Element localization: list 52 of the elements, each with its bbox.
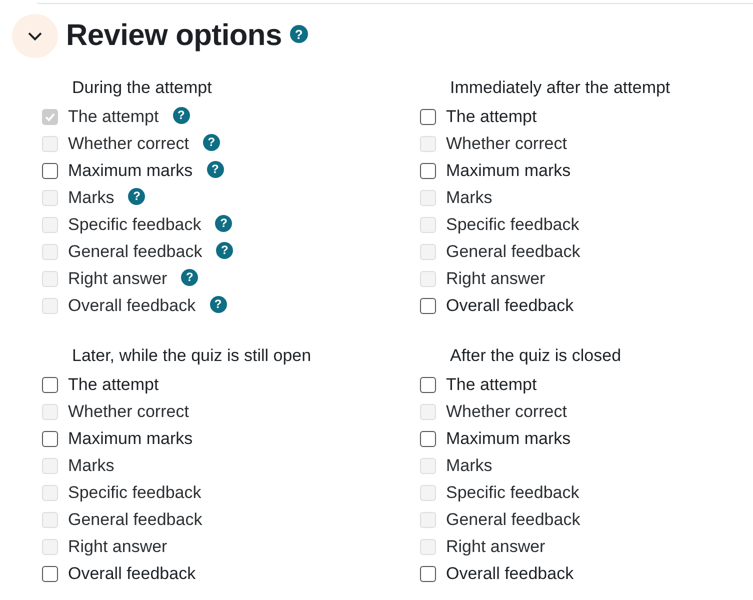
- option-label: Whether correct: [68, 134, 189, 154]
- option-label: Overall feedback: [446, 296, 574, 316]
- checkbox[interactable]: [420, 162, 436, 178]
- checkbox[interactable]: [42, 566, 58, 582]
- option-label: Maximum marks: [68, 160, 193, 180]
- option-label: Overall feedback: [446, 564, 574, 584]
- option-label: Marks: [68, 456, 114, 476]
- group-heading: Later, while the quiz is still open: [72, 345, 312, 367]
- option-label: General feedback: [68, 510, 202, 530]
- section-title: Review options: [66, 19, 282, 53]
- option-label: The attempt: [446, 106, 537, 126]
- option-label: Right answer: [446, 536, 546, 556]
- group-heading: After the quiz is closed: [450, 345, 622, 367]
- group-heading: Immediately after the attempt: [450, 77, 672, 99]
- checkbox[interactable]: [420, 430, 436, 446]
- checkmark-icon: [44, 110, 56, 122]
- option-label: The attempt: [68, 374, 159, 394]
- option-label: Specific feedback: [446, 214, 580, 234]
- option-label: Marks: [446, 188, 492, 208]
- option-label: The attempt: [68, 106, 159, 126]
- option-label: Maximum marks: [68, 428, 193, 448]
- option-label: Marks: [68, 188, 114, 208]
- option-label: Maximum marks: [446, 428, 571, 448]
- option-label: General feedback: [68, 242, 202, 262]
- option-label: Right answer: [68, 536, 168, 556]
- option-label: Whether correct: [68, 402, 189, 422]
- checkbox[interactable]: [420, 298, 436, 314]
- option-label: General feedback: [446, 510, 580, 530]
- option-label: Marks: [446, 456, 492, 476]
- help-icon[interactable]: ?: [206, 160, 224, 178]
- option-label: Specific feedback: [446, 482, 580, 502]
- chevron-icon: [28, 32, 42, 40]
- option-label: Whether correct: [446, 402, 567, 422]
- option-label: Maximum marks: [446, 160, 571, 180]
- checkbox[interactable]: [42, 376, 58, 392]
- checkbox[interactable]: [42, 162, 58, 178]
- option-label: The attempt: [446, 374, 537, 394]
- group-heading: During the attempt: [72, 77, 213, 99]
- help-icon[interactable]: ?: [290, 25, 308, 43]
- checkbox[interactable]: [42, 430, 58, 446]
- option-label: Right answer: [68, 268, 168, 288]
- option-label: Specific feedback: [68, 482, 202, 502]
- option-label: Right answer: [446, 268, 546, 288]
- option-label: Specific feedback: [68, 214, 202, 234]
- collapse-toggle[interactable]: [12, 14, 58, 58]
- checkbox[interactable]: [420, 108, 436, 124]
- option-label: Overall feedback: [68, 296, 196, 316]
- option-label: General feedback: [446, 242, 580, 262]
- checkbox[interactable]: [420, 376, 436, 392]
- option-label: Whether correct: [446, 134, 567, 154]
- checkbox[interactable]: [420, 566, 436, 582]
- option-label: Overall feedback: [68, 564, 196, 584]
